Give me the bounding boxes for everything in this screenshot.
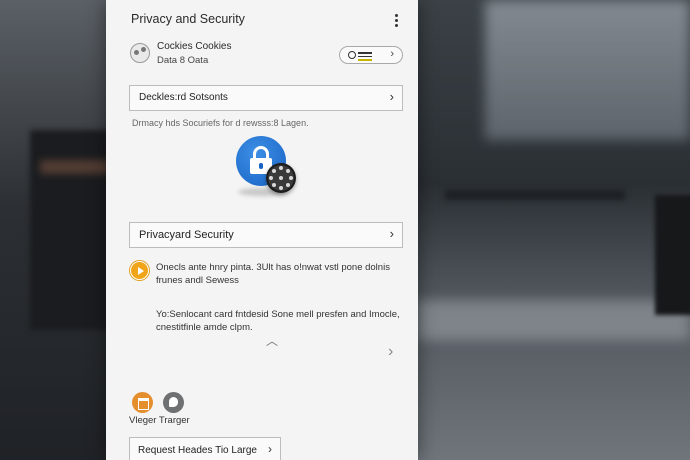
lock-illustration: [236, 136, 306, 202]
chevron-right-icon: ›: [389, 89, 394, 104]
cookies-search-toggle[interactable]: ›: [339, 46, 403, 64]
background-window: [485, 0, 690, 140]
section-caption: Drmacy hds Socuriefs for d rewsss:8 Lage…: [132, 118, 309, 128]
chevron-up-icon[interactable]: ︿: [266, 332, 278, 349]
cookies-row[interactable]: Cockies Cookies Data 8 Oata ›: [128, 40, 404, 70]
notice-text: Onecls ante hnry pinta. 3Ult has o!nwat …: [156, 262, 390, 286]
chevron-right-icon[interactable]: ›: [388, 343, 393, 361]
chevron-right-icon: ›: [268, 442, 272, 456]
chevron-right-icon: ›: [390, 48, 394, 60]
page-title: Privacy and Security: [131, 12, 245, 26]
background-strip: [40, 160, 110, 174]
gear-icon: [266, 163, 296, 193]
chevron-right-icon: ›: [389, 226, 394, 241]
request-button[interactable]: Request Heades Tio Large ›: [129, 437, 281, 460]
cookies-subtitle: Data 8 Oata: [157, 55, 209, 66]
search-icon: [348, 51, 356, 59]
privacy-security-label: Privacyard Security: [139, 229, 234, 241]
cookies-settings-row[interactable]: Deckles:rd Sotsonts ›: [129, 85, 403, 111]
cookies-settings-label: Deckles:rd Sotsonts: [139, 92, 228, 103]
settings-panel: Privacy and Security Cockies Cookies Dat…: [106, 0, 418, 460]
description-text: Yo:Senlocant card fntdesid Sone mell pre…: [156, 309, 400, 333]
cookie-icon: [130, 43, 150, 63]
request-button-label: Request Heades Tio Large: [138, 445, 257, 456]
more-vert-icon[interactable]: [388, 12, 404, 30]
privacy-security-row[interactable]: Privacyard Security ›: [129, 222, 403, 248]
background-right: [415, 0, 690, 460]
apps-label: Vleger Trarger: [129, 415, 190, 426]
background-shelf: [445, 190, 625, 200]
background-left: [0, 0, 110, 460]
orange-app-icon[interactable]: [132, 392, 153, 413]
cookies-title: Cockies Cookies: [157, 41, 232, 52]
menu-lines-icon: [358, 52, 372, 63]
background-desk: [415, 300, 690, 340]
background-screen: [655, 195, 690, 315]
play-icon[interactable]: [130, 261, 149, 280]
chat-app-icon[interactable]: [163, 392, 184, 413]
